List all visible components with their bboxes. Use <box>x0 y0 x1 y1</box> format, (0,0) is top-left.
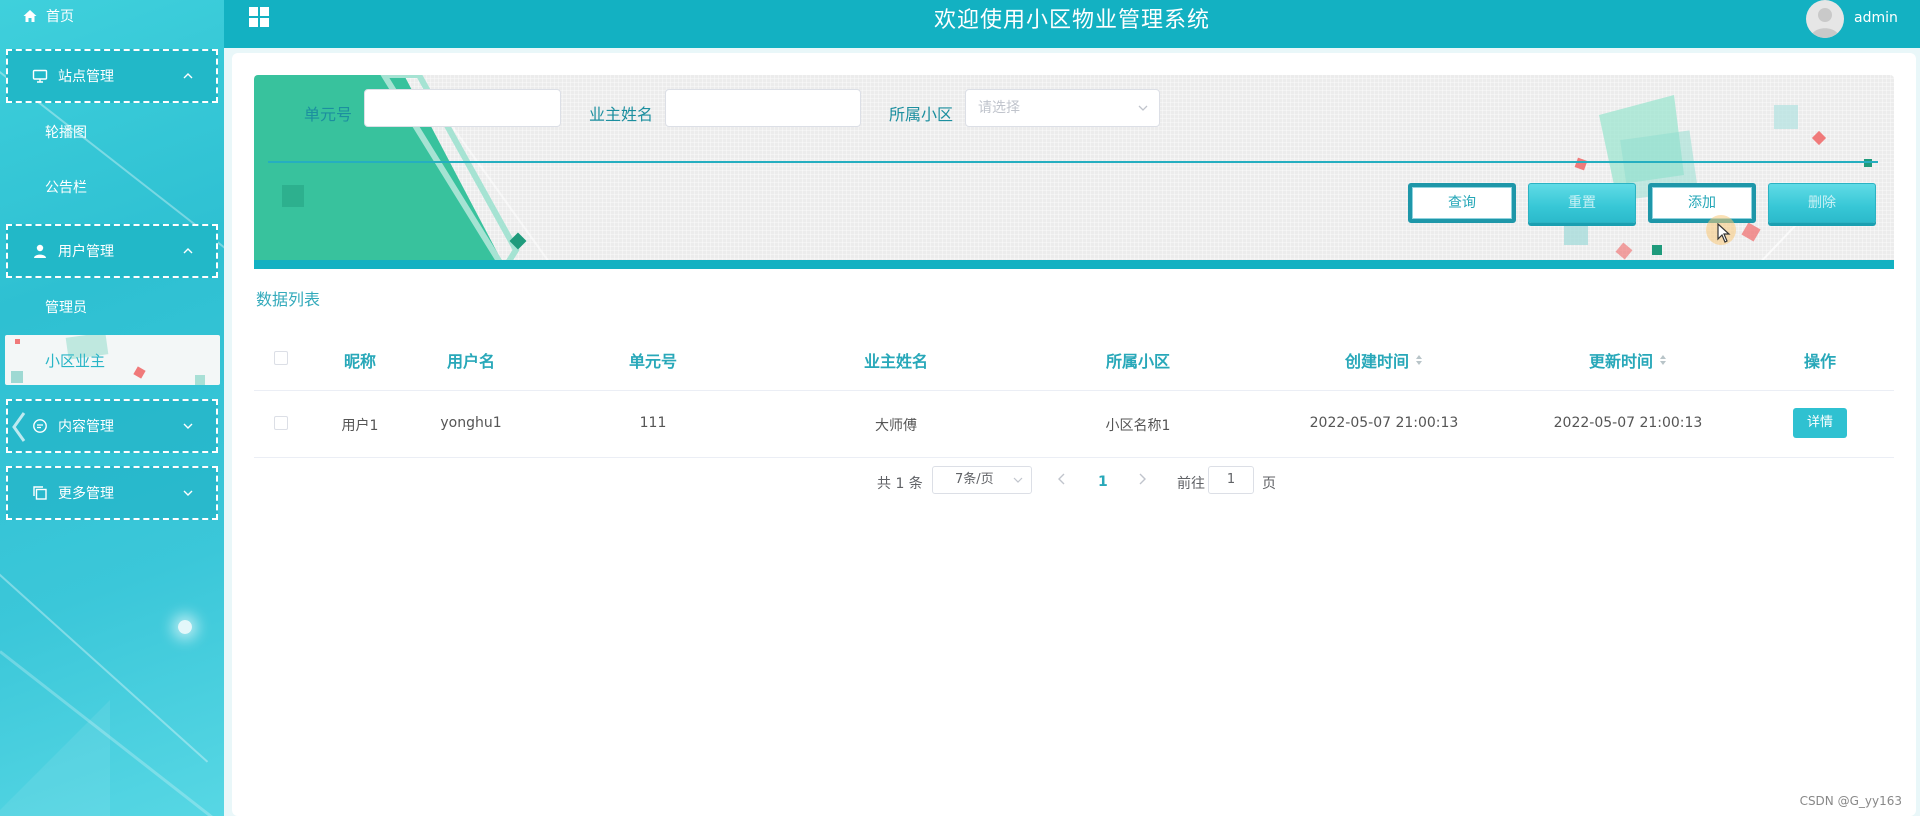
username-label[interactable]: admin <box>1854 10 1898 26</box>
decor-square <box>133 366 146 379</box>
sidebar-group-label: 内容管理 <box>58 419 114 435</box>
detail-button[interactable]: 详情 <box>1793 408 1847 438</box>
mouse-cursor-icon <box>1717 223 1731 243</box>
community-select-placeholder: 请选择 <box>978 100 1020 116</box>
user-avatar-icon <box>1811 8 1839 38</box>
prev-page-icon[interactable] <box>1056 472 1068 486</box>
owner-name-label: 业主姓名 <box>589 105 654 124</box>
sidebar-decor-shape <box>0 700 110 816</box>
sidebar-decor-line <box>0 520 209 763</box>
monitor-icon <box>32 69 48 83</box>
sidebar-group-more[interactable]: 更多管理 <box>6 466 218 520</box>
sidebar-group-label: 站点管理 <box>58 69 114 85</box>
column-community: 所属小区 <box>1106 348 1170 372</box>
chevron-up-icon <box>183 73 193 79</box>
chevron-down-icon <box>183 423 193 429</box>
page-size-value: 7条/页 <box>955 472 994 487</box>
sidebar-group-users[interactable]: 用户管理 <box>6 224 218 278</box>
user-icon <box>34 244 46 258</box>
avatar[interactable] <box>1806 0 1844 38</box>
sidebar-decor-line <box>0 650 224 816</box>
main-panel: 单元号 业主姓名 所属小区 请选择 查询 重置 添加 删除 数据列表 昵称 用户… <box>232 53 1916 816</box>
chevron-down-icon <box>1138 105 1148 111</box>
sidebar-item-admin[interactable]: 管理员 <box>45 297 87 317</box>
decor-square <box>11 371 23 383</box>
column-created-time[interactable]: 创建时间 <box>1345 348 1423 372</box>
sidebar-item-label: 小区业主 <box>45 352 106 370</box>
select-all-checkbox[interactable] <box>274 351 288 365</box>
sidebar-decor-spark <box>178 620 192 634</box>
chevron-down-icon <box>183 490 193 496</box>
column-updated-time[interactable]: 更新时间 <box>1589 348 1667 372</box>
column-label: 更新时间 <box>1588 352 1654 371</box>
sidebar-group-label: 更多管理 <box>58 486 114 502</box>
column-owner-name: 业主姓名 <box>864 348 928 372</box>
search-panel-bottom-bar <box>254 260 1894 269</box>
cell-community: 小区名称1 <box>1105 418 1171 434</box>
column-actions: 操作 <box>1804 348 1836 372</box>
sidebar-item-notice[interactable]: 公告栏 <box>45 177 87 197</box>
column-label: 单元号 <box>628 352 678 371</box>
column-nickname: 昵称 <box>344 348 376 372</box>
cell-nickname: 用户1 <box>341 418 379 434</box>
current-page[interactable]: 1 <box>1098 474 1108 490</box>
chevron-up-icon <box>183 248 193 254</box>
chevron-down-icon <box>1013 477 1023 483</box>
next-page-icon[interactable] <box>1136 472 1148 486</box>
column-label: 所属小区 <box>1105 352 1171 371</box>
sidebar-group-content[interactable]: 内容管理 <box>6 399 218 453</box>
column-label: 创建时间 <box>1344 352 1410 371</box>
community-select[interactable]: 请选择 <box>965 89 1160 127</box>
sort-icon[interactable] <box>1659 354 1667 366</box>
copy-icon <box>33 486 47 500</box>
column-unit: 单元号 <box>629 348 677 372</box>
table-header: 昵称 用户名 单元号 业主姓名 所属小区 创建时间 更新时间 操作 <box>254 328 1894 391</box>
pagination-total: 共 1 条 <box>877 476 923 492</box>
decor-square <box>15 339 20 344</box>
sidebar-item-carousel[interactable]: 轮播图 <box>45 122 87 142</box>
row-checkbox[interactable] <box>274 416 288 430</box>
app-title: 欢迎使用小区物业管理系统 <box>933 8 1210 33</box>
add-button[interactable]: 添加 <box>1648 183 1756 223</box>
cell-created-time: 2022-05-07 21:00:13 <box>1309 415 1459 431</box>
sidebar-item-owners[interactable]: 小区业主 <box>5 335 220 385</box>
unit-input[interactable] <box>364 89 561 127</box>
reset-button[interactable]: 重置 <box>1528 183 1636 223</box>
sort-icon[interactable] <box>1415 354 1423 366</box>
delete-button[interactable]: 删除 <box>1768 183 1876 223</box>
table-row: 用户1 yonghu1 111 大师傅 小区名称1 2022-05-07 21:… <box>254 391 1894 458</box>
sidebar: 首页 站点管理 轮播图 公告栏 用户管理 管理员 小区业主 内容管理 更多管理 <box>0 0 224 816</box>
search-panel: 单元号 业主姓名 所属小区 请选择 查询 重置 添加 删除 <box>254 75 1894 269</box>
cell-owner-name: 大师傅 <box>875 418 917 434</box>
sidebar-group-label: 用户管理 <box>58 244 114 260</box>
goto-label: 前往 <box>1177 476 1205 492</box>
cell-updated-time: 2022-05-07 21:00:13 <box>1553 415 1703 431</box>
column-username: 用户名 <box>447 348 495 372</box>
column-label: 昵称 <box>343 352 377 371</box>
column-label: 操作 <box>1803 352 1837 371</box>
cell-unit: 111 <box>639 415 667 431</box>
column-label: 业主姓名 <box>863 352 929 371</box>
watermark: CSDN @G_yy163 <box>1799 794 1902 808</box>
community-label: 所属小区 <box>889 105 954 124</box>
page-unit-label: 页 <box>1262 476 1276 492</box>
query-button[interactable]: 查询 <box>1408 183 1516 223</box>
cell-username: yonghu1 <box>440 415 502 431</box>
data-list-title: 数据列表 <box>256 290 321 309</box>
search-divider <box>268 161 1878 163</box>
sidebar-group-site[interactable]: 站点管理 <box>6 49 218 103</box>
page-size-select[interactable]: 7条/页 <box>932 466 1032 494</box>
sidebar-item-home[interactable]: 首页 <box>22 6 74 26</box>
column-label: 用户名 <box>446 352 496 371</box>
goto-page-input[interactable]: 1 <box>1208 466 1254 494</box>
owner-name-input[interactable] <box>665 89 861 127</box>
top-header: 欢迎使用小区物业管理系统 admin <box>224 0 1920 48</box>
chat-icon <box>33 419 47 433</box>
data-table: 昵称 用户名 单元号 业主姓名 所属小区 创建时间 更新时间 操作 用户1 yo… <box>254 328 1894 458</box>
sidebar-home-label: 首页 <box>46 9 74 25</box>
unit-label: 单元号 <box>304 105 353 124</box>
decor-square <box>195 375 205 385</box>
chevron-left-icon <box>12 412 26 442</box>
home-icon <box>23 10 37 22</box>
